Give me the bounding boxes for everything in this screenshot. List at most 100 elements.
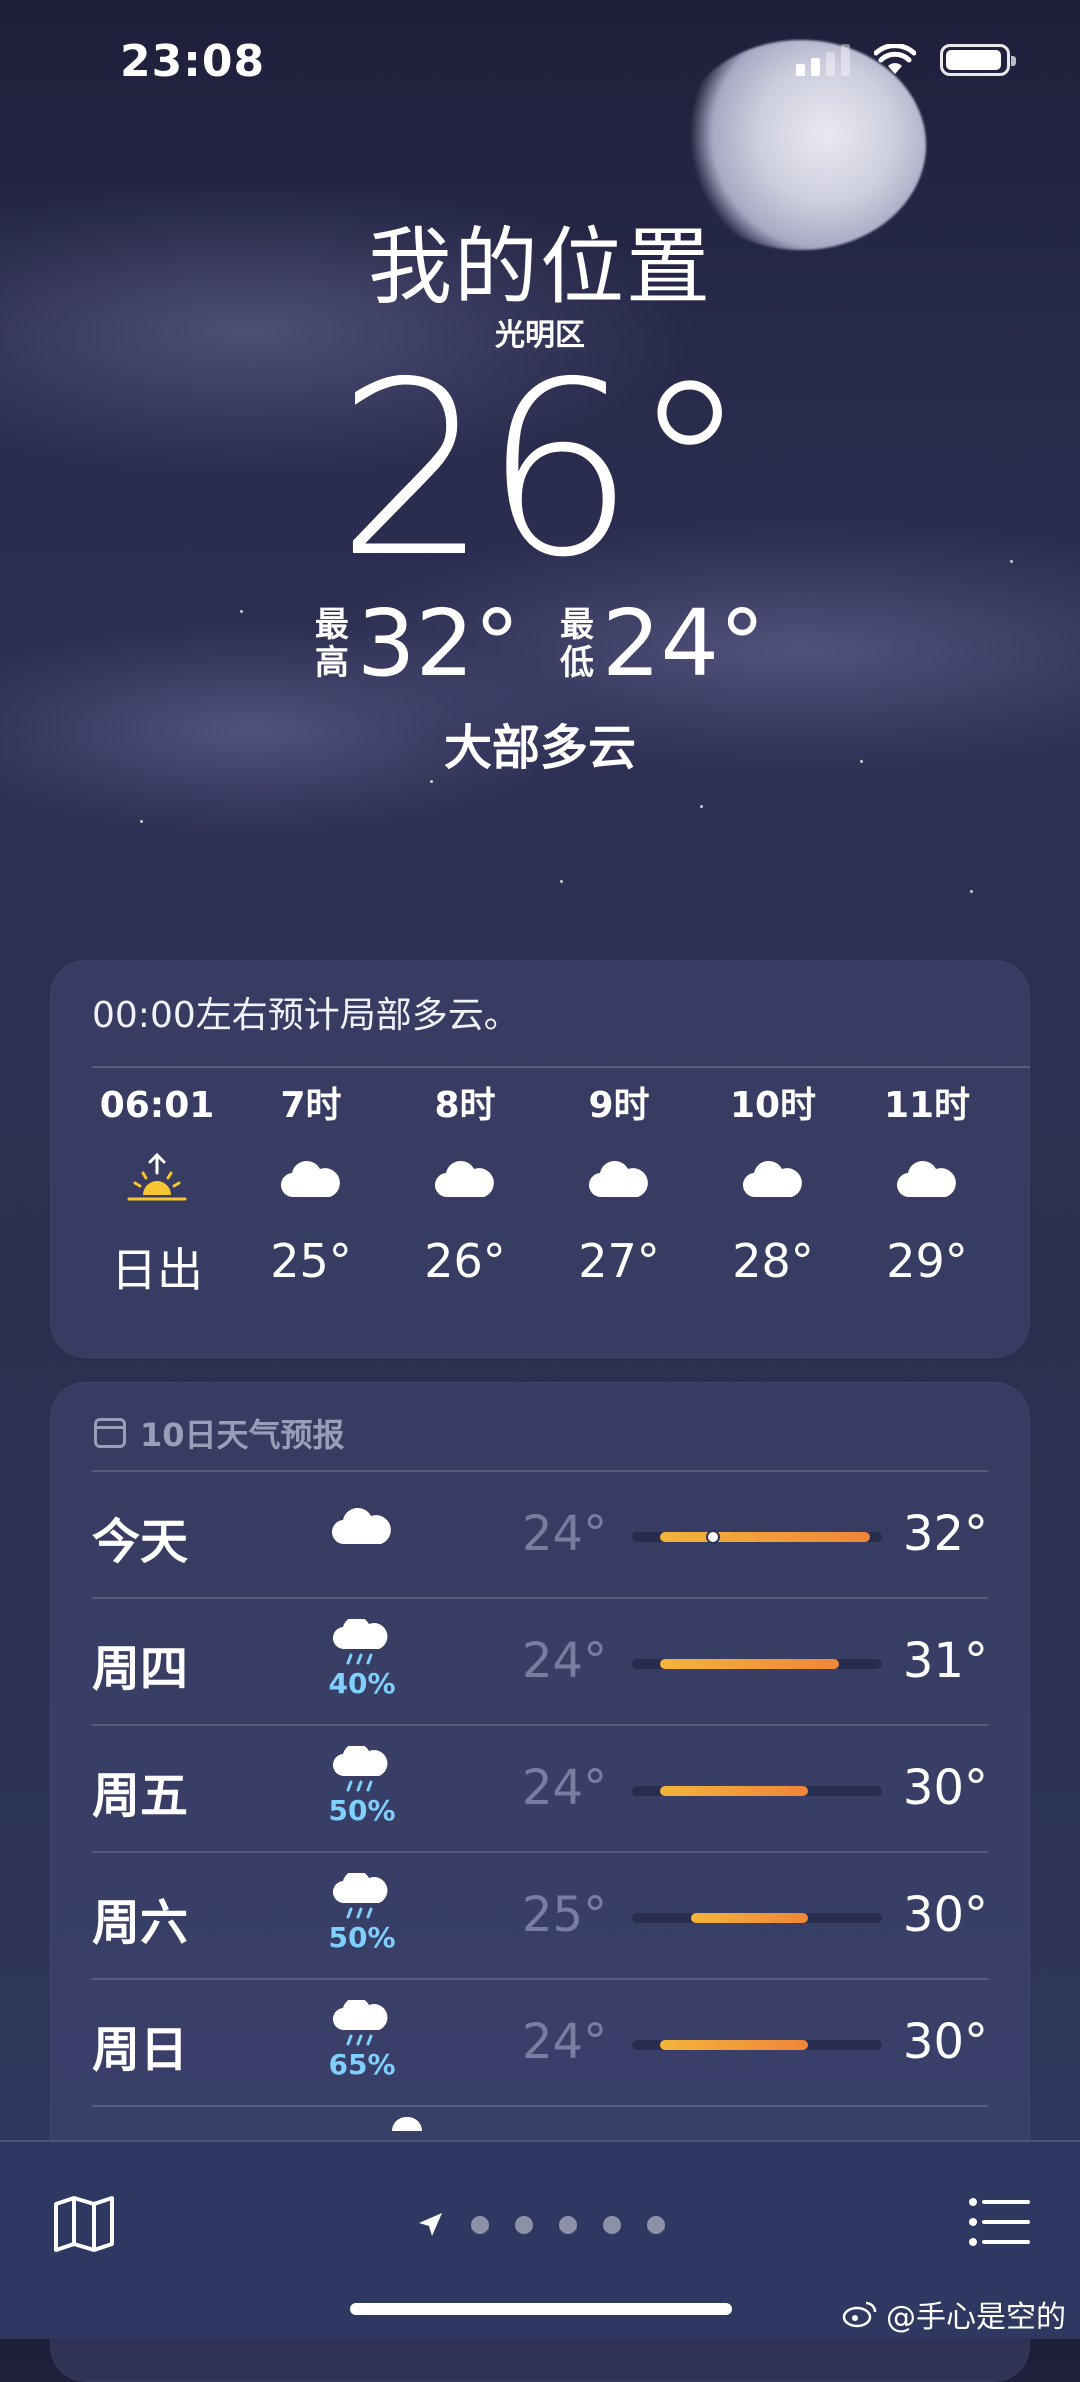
day-low-temperature: 24° xyxy=(522,1633,608,1689)
temperature-range-track xyxy=(632,1786,882,1796)
daily-row[interactable]: 周日 65% 24° 30° xyxy=(92,1980,988,2106)
day-high-temperature: 30° xyxy=(902,1887,988,1943)
rain-cloud-icon xyxy=(332,1873,388,1919)
hour-temperature: 26° xyxy=(424,1234,506,1288)
temperature-range-bar xyxy=(660,1532,870,1542)
page-dot[interactable] xyxy=(647,2216,665,2234)
page-dot[interactable] xyxy=(471,2216,489,2234)
day-high-temperature: 32° xyxy=(902,1506,988,1562)
day-name: 周四 xyxy=(92,1641,189,1697)
temperature-range-bar xyxy=(660,2040,808,2050)
weibo-logo-icon xyxy=(842,2301,877,2328)
hourly-row[interactable]: 06:01 日出 7时 25° 8时 26° 9时 27° 10时 28° 11时 29° xyxy=(80,1078,1030,1300)
day-high-temperature: 31° xyxy=(902,1633,988,1689)
hour-temperature: 29° xyxy=(886,1234,968,1288)
location-title: 我的位置 xyxy=(367,218,712,316)
precipitation-probability: 50% xyxy=(328,1921,396,1954)
daily-row[interactable]: 周五 50% 24° 30° xyxy=(92,1726,988,1852)
sunrise-icon xyxy=(127,1152,187,1201)
battery-icon xyxy=(940,44,1016,76)
cloud-icon xyxy=(742,1160,802,1198)
day-high-temperature: 30° xyxy=(902,1760,988,1816)
high-temperature: 最 高 32° xyxy=(315,598,520,690)
day-name: 周五 xyxy=(92,1768,189,1824)
low-label: 最 低 xyxy=(560,605,594,683)
hour-label: 9时 xyxy=(588,1085,650,1126)
hour-temperature: 27° xyxy=(578,1234,660,1288)
day-name: 今天 xyxy=(92,1514,189,1570)
day-low-temperature: 24° xyxy=(522,1760,608,1816)
high-label: 最 高 xyxy=(314,605,349,683)
watermark-text: @手心是空的 xyxy=(886,2300,1066,2335)
precipitation-probability: 50% xyxy=(328,1794,396,1827)
low-temperature: 最 低 24° xyxy=(560,598,765,690)
daily-row[interactable]: 今天 24° 32° xyxy=(92,1472,988,1598)
rain-cloud-icon xyxy=(332,1746,388,1792)
current-temp-marker xyxy=(705,1530,720,1544)
temperature-range-track xyxy=(632,1530,882,1544)
temperature-range-track xyxy=(632,1913,882,1923)
page-dot[interactable] xyxy=(559,2216,577,2234)
precipitation-probability: 40% xyxy=(328,1667,396,1700)
ten-day-header: 10日天气预报 xyxy=(94,1410,345,1456)
hour-temperature: 25° xyxy=(270,1234,352,1288)
day-low-temperature: 24° xyxy=(522,1506,608,1562)
hourly-forecast-card[interactable]: 00:00左右预计局部多云。 06:01 日出 7时 25° 8时 26° 9时 27° 10时… xyxy=(50,960,1030,1358)
temperature-range-bar xyxy=(660,1786,808,1796)
hour-temperature: 28° xyxy=(732,1234,814,1288)
divider xyxy=(92,2105,988,2107)
cellular-signal-icon xyxy=(796,44,850,76)
current-temperature: 26° xyxy=(336,330,749,610)
battery-level xyxy=(946,50,1002,70)
hourly-item: 11时 29° xyxy=(850,1078,1004,1300)
hour-label: 10时 xyxy=(729,1085,817,1126)
hourly-item: 7时 25° xyxy=(234,1078,388,1300)
hourly-item: 8时 26° xyxy=(388,1078,542,1300)
hourly-item: 06:01 日出 xyxy=(80,1078,234,1300)
temperature-range-track xyxy=(632,1659,882,1669)
hourly-summary: 00:00左右预计局部多云。 xyxy=(92,995,520,1036)
low-value: 24° xyxy=(602,590,766,697)
hour-label: 06:01 xyxy=(99,1085,215,1126)
page-dot[interactable] xyxy=(603,2216,621,2234)
calendar-icon xyxy=(94,1418,126,1448)
watermark: @手心是空的 xyxy=(842,2292,1066,2336)
daily-row[interactable]: 周六 50% 25° 30° xyxy=(92,1853,988,1979)
cloud-icon xyxy=(896,1160,956,1198)
temperature-range-track xyxy=(632,2040,882,2050)
daily-row[interactable]: 周四 40% 24° 31° xyxy=(92,1599,988,1725)
hour-label: 7时 xyxy=(280,1085,342,1126)
status-icons xyxy=(796,44,1016,76)
day-low-temperature: 25° xyxy=(522,1887,608,1943)
day-high-temperature: 30° xyxy=(902,2014,988,2070)
page-indicator[interactable] xyxy=(0,2210,1080,2240)
hour-label: 11时 xyxy=(883,1085,971,1126)
cloud-icon xyxy=(434,1160,494,1198)
hour-temperature: 日出 xyxy=(111,1243,203,1297)
temperature-range-bar xyxy=(691,1913,808,1923)
day-name: 周六 xyxy=(92,1895,189,1951)
wifi-icon xyxy=(874,44,916,74)
temperature-range-bar xyxy=(660,1659,839,1669)
cloud-icon xyxy=(588,1160,648,1198)
rain-cloud-icon xyxy=(332,1619,388,1665)
hourly-item: 10时 28° xyxy=(696,1078,850,1300)
cloud-icon xyxy=(280,1160,340,1198)
precipitation-probability: 65% xyxy=(328,2048,396,2081)
status-time: 23:08 xyxy=(120,36,266,87)
location-arrow-icon[interactable] xyxy=(415,2210,445,2240)
page-dot[interactable] xyxy=(515,2216,533,2234)
high-low-temperature: 最 高 32° 最 低 24° xyxy=(0,598,1080,690)
ten-day-title: 10日天气预报 xyxy=(140,1416,345,1454)
hour-label: 8时 xyxy=(434,1085,496,1126)
hourly-item: 9时 27° xyxy=(542,1078,696,1300)
home-indicator[interactable] xyxy=(350,2303,732,2315)
rain-cloud-icon xyxy=(332,2000,388,2046)
weather-condition: 大部多云 xyxy=(443,720,636,776)
divider xyxy=(92,1066,1030,1068)
list-icon[interactable] xyxy=(968,2194,1030,2250)
day-name: 周日 xyxy=(92,2022,189,2078)
cloud-icon xyxy=(331,1507,391,1545)
next-day-icon-partial xyxy=(392,2117,422,2131)
high-value: 32° xyxy=(356,590,520,697)
